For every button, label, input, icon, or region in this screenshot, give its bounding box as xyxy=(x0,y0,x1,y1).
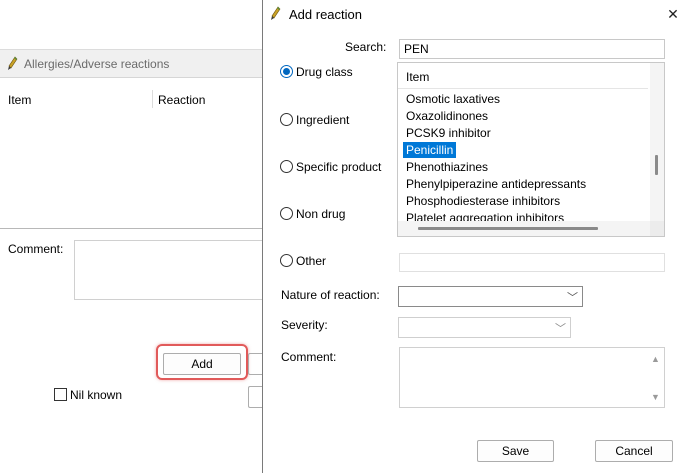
background-window: Allergies/Adverse reactions Item Reactio… xyxy=(0,0,266,473)
chevron-down-icon[interactable]: ﹀ xyxy=(567,289,578,305)
list-item-selected[interactable]: Penicillin xyxy=(398,142,650,159)
dialog-title: Add reaction xyxy=(289,7,362,22)
radio-label-non-drug[interactable]: Non drug xyxy=(296,207,345,221)
column-separator[interactable] xyxy=(152,90,153,108)
list-item[interactable]: Phosphodiesterase inhibitors xyxy=(398,193,650,210)
list-horizontal-scrollbar[interactable] xyxy=(398,221,650,236)
radio-label-specific-product[interactable]: Specific product xyxy=(296,160,381,174)
list-vertical-scrollbar[interactable] xyxy=(650,63,664,221)
radio-drug-class[interactable] xyxy=(280,65,293,78)
allergies-section-title: Allergies/Adverse reactions xyxy=(24,57,170,71)
add-reaction-dialog: Add reaction ✕ Search: Drug class Ingred… xyxy=(262,0,688,473)
add-button[interactable]: Add xyxy=(163,353,241,375)
list-item[interactable]: Osmotic laxatives xyxy=(398,91,650,108)
background-top-frame xyxy=(0,0,264,50)
search-label: Search: xyxy=(345,40,387,54)
comment-scrollbar[interactable]: ▲ ▼ xyxy=(648,348,664,407)
severity-label: Severity: xyxy=(281,318,328,332)
scrollbar-corner xyxy=(650,221,664,236)
pen-icon xyxy=(271,6,281,20)
radio-non-drug[interactable] xyxy=(280,207,293,220)
radio-ingredient[interactable] xyxy=(280,113,293,126)
radio-label-drug-class[interactable]: Drug class xyxy=(296,65,353,79)
grid-divider xyxy=(0,228,264,229)
scroll-down-icon[interactable]: ▼ xyxy=(651,392,660,402)
list-item[interactable]: Oxazolidinones xyxy=(398,108,650,125)
comment-textarea[interactable] xyxy=(74,240,266,300)
allergy-grid-header: Item Reaction xyxy=(0,88,264,110)
close-icon[interactable]: ✕ xyxy=(661,4,685,24)
drug-class-list[interactable]: Item Osmotic laxatives Oxazolidinones PC… xyxy=(397,62,665,237)
list-rows: Osmotic laxatives Oxazolidinones PCSK9 i… xyxy=(398,91,650,227)
list-item[interactable]: Phenylpiperazine antidepressants xyxy=(398,176,650,193)
list-column-header-item[interactable]: Item xyxy=(398,63,648,89)
radio-specific-product[interactable] xyxy=(280,160,293,173)
vertical-scroll-thumb[interactable] xyxy=(655,155,658,175)
nature-of-reaction-select[interactable]: ﹀ xyxy=(398,286,583,307)
search-input[interactable] xyxy=(399,39,665,59)
comment-label: Comment: xyxy=(281,350,337,364)
cancel-button[interactable]: Cancel xyxy=(595,440,673,462)
scroll-up-icon[interactable]: ▲ xyxy=(651,354,660,364)
pen-icon xyxy=(8,56,18,70)
comment-label: Comment: xyxy=(8,242,64,256)
nil-known-checkbox[interactable] xyxy=(54,388,67,401)
nature-of-reaction-label: Nature of reaction: xyxy=(281,288,380,302)
column-header-reaction[interactable]: Reaction xyxy=(158,93,205,107)
radio-label-ingredient[interactable]: Ingredient xyxy=(296,113,349,127)
list-item[interactable]: PCSK9 inhibitor xyxy=(398,125,650,142)
allergies-section-header: Allergies/Adverse reactions xyxy=(0,50,264,78)
save-button[interactable]: Save xyxy=(477,440,554,462)
radio-other[interactable] xyxy=(280,254,293,267)
dialog-titlebar[interactable]: Add reaction ✕ xyxy=(263,0,688,28)
chevron-down-icon[interactable]: ﹀ xyxy=(555,320,566,336)
radio-label-other[interactable]: Other xyxy=(296,254,326,268)
nil-known-label: Nil known xyxy=(70,388,123,402)
horizontal-scroll-thumb[interactable] xyxy=(418,227,598,230)
severity-select[interactable]: ﹀ xyxy=(398,317,571,338)
other-input[interactable] xyxy=(399,253,665,272)
column-header-item[interactable]: Item xyxy=(8,93,31,107)
list-item[interactable]: Phenothiazines xyxy=(398,159,650,176)
comment-textarea[interactable]: ▲ ▼ xyxy=(399,347,665,408)
